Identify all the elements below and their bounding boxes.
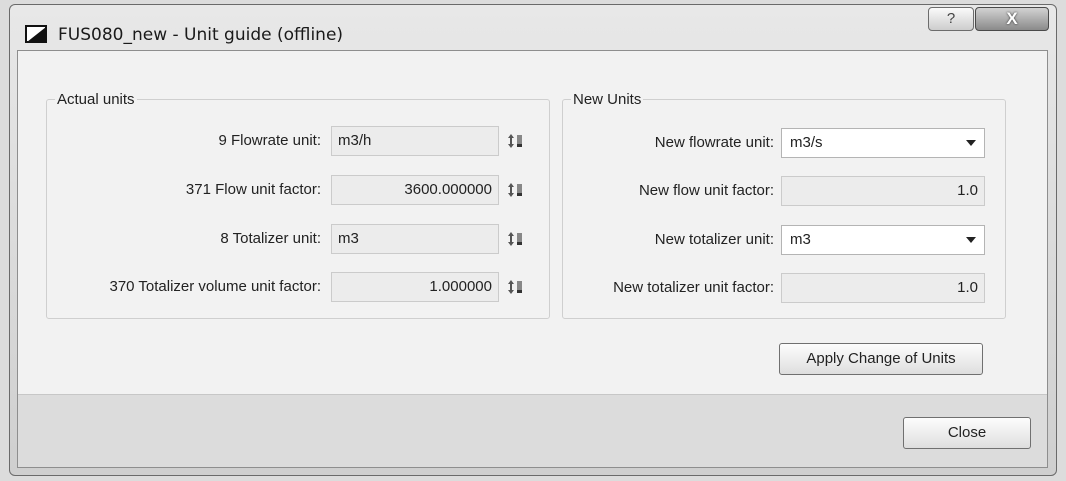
sort-icon[interactable] bbox=[507, 230, 525, 248]
new-flowrate-unit-value: m3/s bbox=[790, 134, 823, 151]
totalizer-volume-unit-factor-label: 370 Totalizer volume unit factor: bbox=[109, 278, 321, 295]
new-flowrate-unit-dropdown[interactable]: m3/s bbox=[781, 128, 985, 158]
apply-change-of-units-button[interactable]: Apply Change of Units bbox=[779, 343, 983, 375]
window-close-button[interactable]: X bbox=[975, 7, 1049, 31]
actual-units-group: Actual units 9 Flowrate unit: m3/h 371 F… bbox=[46, 91, 550, 319]
app-icon bbox=[25, 25, 47, 43]
new-flow-unit-factor-field: 1.0 bbox=[781, 176, 985, 206]
sort-icon[interactable] bbox=[507, 132, 525, 150]
sort-icon[interactable] bbox=[507, 181, 525, 199]
dialog-body: Actual units 9 Flowrate unit: m3/h 371 F… bbox=[17, 50, 1048, 468]
flowrate-unit-label: 9 Flowrate unit: bbox=[218, 132, 321, 149]
close-button[interactable]: Close bbox=[903, 417, 1031, 449]
unit-guide-dialog: FUS080_new - Unit guide (offline) ? X Ac… bbox=[9, 4, 1057, 476]
flow-unit-factor-field: 3600.000000 bbox=[331, 175, 499, 205]
new-flow-unit-factor-label: New flow unit factor: bbox=[638, 182, 774, 199]
window-title: FUS080_new - Unit guide (offline) bbox=[58, 25, 344, 45]
new-units-title: New Units bbox=[571, 91, 644, 108]
chevron-down-icon bbox=[966, 140, 976, 146]
sort-icon[interactable] bbox=[507, 278, 525, 296]
totalizer-unit-field: m3 bbox=[331, 224, 499, 254]
title-bar: FUS080_new - Unit guide (offline) ? X bbox=[10, 5, 1056, 49]
actual-units-title: Actual units bbox=[55, 91, 137, 108]
flow-unit-factor-label: 371 Flow unit factor: bbox=[185, 181, 321, 198]
new-units-group: New Units New flowrate unit: m3/s New fl… bbox=[562, 91, 1006, 319]
totalizer-volume-unit-factor-field: 1.000000 bbox=[331, 272, 499, 302]
flowrate-unit-field: m3/h bbox=[331, 126, 499, 156]
new-totalizer-unit-label: New totalizer unit: bbox=[654, 231, 774, 248]
new-totalizer-unit-dropdown[interactable]: m3 bbox=[781, 225, 985, 255]
dialog-footer: Close bbox=[18, 394, 1047, 467]
help-button[interactable]: ? bbox=[928, 7, 974, 31]
new-flowrate-unit-label: New flowrate unit: bbox=[654, 134, 774, 151]
new-totalizer-unit-value: m3 bbox=[790, 231, 811, 248]
new-totalizer-unit-factor-label: New totalizer unit factor: bbox=[613, 279, 774, 296]
chevron-down-icon bbox=[966, 237, 976, 243]
totalizer-unit-label: 8 Totalizer unit: bbox=[220, 230, 321, 247]
new-totalizer-unit-factor-field: 1.0 bbox=[781, 273, 985, 303]
